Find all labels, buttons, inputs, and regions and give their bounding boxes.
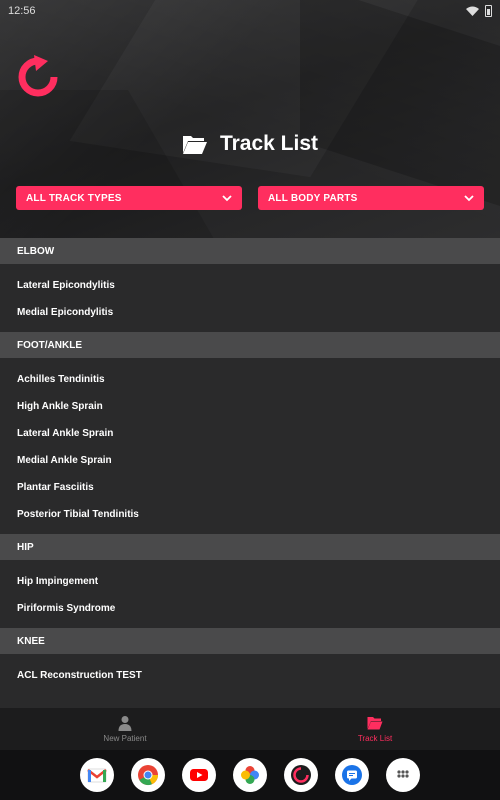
body-part-select[interactable]: ALL BODY PARTS bbox=[258, 186, 484, 210]
track-list[interactable]: ELBOW Lateral Epicondylitis Medial Epico… bbox=[0, 238, 500, 708]
list-item[interactable]: Lateral Ankle Sprain bbox=[0, 420, 500, 447]
list-item[interactable]: Posterior Tibial Tendinitis bbox=[0, 501, 500, 528]
track-type-select-label: ALL TRACK TYPES bbox=[26, 192, 122, 204]
list-item[interactable]: ACL Reconstruction TEST bbox=[0, 662, 500, 689]
gmail-icon bbox=[87, 768, 107, 783]
track-app[interactable] bbox=[284, 758, 318, 792]
tab-track-list[interactable]: Track List bbox=[250, 708, 500, 750]
section-header-foot-ankle: FOOT/ANKLE bbox=[0, 332, 500, 358]
messages-icon bbox=[342, 765, 362, 785]
tab-new-patient-label: New Patient bbox=[103, 734, 147, 743]
list-item[interactable]: Achilles Tendinitis bbox=[0, 366, 500, 393]
track-type-select[interactable]: ALL TRACK TYPES bbox=[16, 186, 242, 210]
tab-new-patient[interactable]: New Patient bbox=[0, 708, 250, 750]
app-drawer[interactable] bbox=[386, 758, 420, 792]
chrome-app[interactable] bbox=[131, 758, 165, 792]
folder-open-icon bbox=[367, 717, 383, 730]
app-logo-icon[interactable] bbox=[16, 55, 60, 99]
list-item[interactable]: Lateral Epicondylitis bbox=[0, 272, 500, 299]
list-item[interactable]: Medial Ankle Sprain bbox=[0, 447, 500, 474]
chevron-down-icon bbox=[464, 194, 474, 201]
photos-icon bbox=[241, 766, 259, 784]
section-header-knee: KNEE bbox=[0, 628, 500, 654]
photos-app[interactable] bbox=[233, 758, 267, 792]
list-item[interactable]: Hip Impingement bbox=[0, 568, 500, 595]
chrome-icon bbox=[138, 765, 159, 786]
status-time: 12:56 bbox=[8, 5, 36, 17]
filters: ALL TRACK TYPES ALL BODY PARTS bbox=[16, 186, 484, 210]
youtube-app[interactable] bbox=[182, 758, 216, 792]
list-item[interactable]: High Ankle Sprain bbox=[0, 393, 500, 420]
battery-icon bbox=[485, 5, 492, 17]
tab-track-list-label: Track List bbox=[357, 734, 393, 743]
chevron-down-icon bbox=[222, 194, 232, 201]
status-bar: 12:56 bbox=[0, 0, 500, 22]
person-icon bbox=[118, 716, 132, 731]
app-logo-icon bbox=[291, 765, 311, 785]
body-part-select-label: ALL BODY PARTS bbox=[268, 192, 358, 204]
list-item[interactable]: Piriformis Syndrome bbox=[0, 595, 500, 622]
section-header-elbow: ELBOW bbox=[0, 238, 500, 264]
wifi-icon bbox=[466, 6, 479, 16]
folder-icon bbox=[182, 136, 207, 154]
list-item[interactable]: Plantar Fasciitis bbox=[0, 474, 500, 501]
bottom-nav: New Patient Track List bbox=[0, 708, 500, 750]
gmail-app[interactable] bbox=[80, 758, 114, 792]
page-title: Track List bbox=[219, 132, 319, 155]
page-title-row: Track List bbox=[0, 132, 500, 156]
youtube-icon bbox=[190, 769, 208, 781]
section-header-hip: HIP bbox=[0, 534, 500, 560]
messages-app[interactable] bbox=[335, 758, 369, 792]
list-item[interactable]: Medial Epicondylitis bbox=[0, 299, 500, 326]
app-drawer-icon bbox=[397, 770, 409, 778]
system-dock bbox=[0, 750, 500, 800]
